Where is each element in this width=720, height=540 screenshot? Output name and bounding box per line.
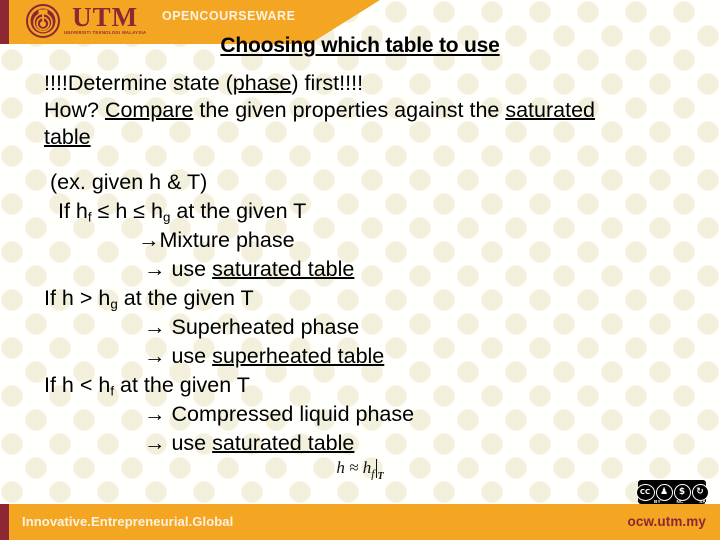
- rule-table-reference: superheated table: [212, 344, 385, 368]
- cc-by-person-icon: ♟: [655, 483, 673, 501]
- decision-rule-line: →Mixture phase: [44, 226, 664, 255]
- rule-text: → Compressed liquid phase: [144, 402, 415, 426]
- footer-url[interactable]: ocw.utm.my: [627, 514, 706, 529]
- footer-tagline: Innovative.Entrepreneurial.Global: [22, 514, 234, 529]
- equation-rhs-subscript: f: [371, 467, 375, 481]
- utm-logo-initials: UTM: [72, 2, 139, 32]
- slide-title: Choosing which table to use: [0, 34, 720, 58]
- equation-rhs: h: [362, 458, 372, 477]
- utm-logo-text: UTM UNIVERSITI TEKNOLOGI MALAYSIA: [64, 4, 146, 35]
- decision-rule-line: If h > hg at the given T: [44, 284, 664, 313]
- intro-line-how-compare: How? Compare the given properties agains…: [44, 97, 644, 151]
- intro-line2-prefix: How?: [44, 98, 105, 122]
- intro-paragraph: !!!!Determine state (phase) first!!!! Ho…: [44, 70, 644, 151]
- decision-rule-line: → use superheated table: [44, 342, 664, 371]
- rule-text: → use: [144, 431, 213, 455]
- decision-rule-line: (ex. given h & T): [44, 168, 664, 197]
- decision-rule-line: If h < hf at the given T: [44, 371, 664, 400]
- slide-title-text: Choosing which table to use: [220, 34, 500, 57]
- rule-text: at the given T: [117, 286, 254, 310]
- intro-line1-prefix: !!!!Determine state (: [44, 71, 233, 95]
- intro-line1-phase-emphasis: phase: [232, 71, 292, 95]
- intro-line-determine-state: !!!!Determine state (phase) first!!!!: [44, 70, 644, 97]
- intro-line2-compare-emphasis: Compare: [104, 98, 194, 122]
- intro-line1-suffix: ) first!!!!: [291, 71, 364, 95]
- rule-text: ≤ h ≤ h: [91, 199, 164, 223]
- rule-text: If h > h: [44, 286, 111, 310]
- cc-badge-symbols: CC ♟ $ ↻: [635, 483, 709, 501]
- rule-table-reference: saturated table: [212, 431, 355, 455]
- rule-table-reference: saturated table: [212, 257, 355, 281]
- decision-rule-line: → Compressed liquid phase: [44, 400, 664, 429]
- cc-nc-crossed-dollar-icon: $: [673, 483, 691, 501]
- cc-by-nc-sa-icon: CC ♟ $ ↻ BY NC SA: [635, 480, 709, 504]
- rule-text: If h: [58, 199, 88, 223]
- footer-left-accent-bar: [0, 504, 9, 540]
- slide-canvas: UTM UNIVERSITI TEKNOLOGI MALAYSIA OPENCO…: [0, 0, 720, 540]
- decision-rules-list: (ex. given h & T) If hf ≤ h ≤ hg at the g…: [44, 168, 664, 458]
- utm-logo-mark-icon: [26, 4, 60, 38]
- decision-rule-line: If hf ≤ h ≤ hg at the given T: [44, 197, 664, 226]
- intro-line2-middle: the given properties against the: [193, 98, 506, 122]
- rule-text: (ex. given h & T): [50, 170, 208, 194]
- opencourseware-label: OPENCOURSEWARE: [162, 9, 296, 23]
- decision-rule-line: → use saturated table: [44, 429, 664, 458]
- equation-evaluated-at: T: [377, 471, 384, 482]
- rule-text: → use: [144, 344, 213, 368]
- rule-text: →Mixture phase: [138, 228, 295, 252]
- decision-rule-line: → Superheated phase: [44, 313, 664, 342]
- equation-lhs: h: [336, 458, 345, 477]
- rule-subscript: g: [110, 296, 118, 312]
- equation-relation: ≈: [349, 458, 359, 477]
- slide-footer: Innovative.Entrepreneurial.Global ocw.ut…: [0, 504, 720, 540]
- cc-mark-icon: CC: [635, 483, 655, 501]
- rule-text: → use: [144, 257, 213, 281]
- rule-text: If h < h: [44, 373, 111, 397]
- decision-rule-line: → use saturated table: [44, 255, 664, 284]
- rule-text: at the given T: [170, 199, 307, 223]
- approximation-equation: h ≈ hf T: [0, 458, 720, 482]
- cc-sa-share-alike-icon: ↻: [691, 483, 709, 501]
- rule-text: at the given T: [114, 373, 250, 397]
- rule-text: → Superheated phase: [144, 315, 360, 339]
